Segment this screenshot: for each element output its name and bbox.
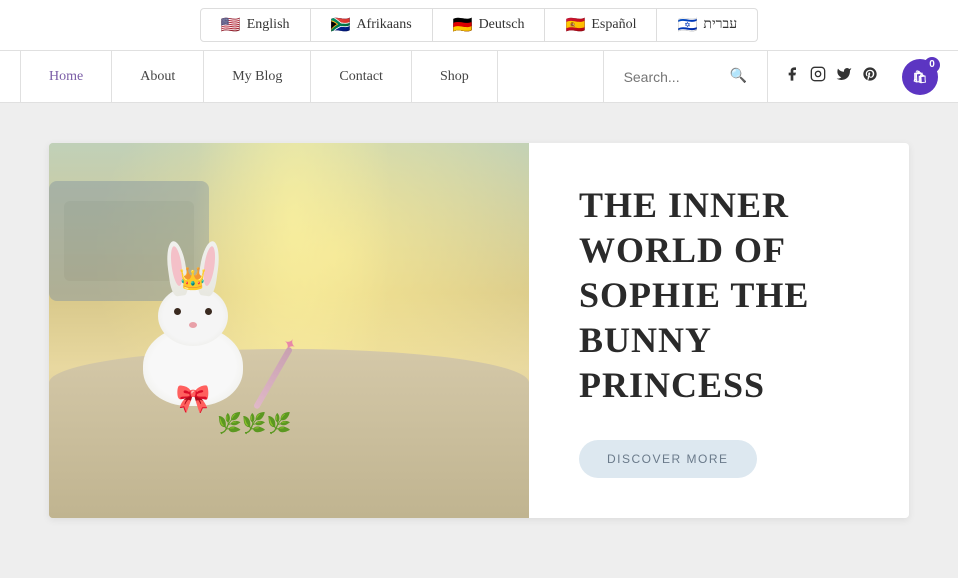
lang-hebrew[interactable]: 🇮🇱 עברית	[657, 8, 758, 42]
lang-english[interactable]: 🇺🇸 English	[200, 8, 311, 42]
nav-contact[interactable]: Contact	[311, 51, 412, 103]
hero-section: 👑 🎀 ✦ 🌿🌿🌿 THE INNER WORLD OF SOPHIE THE …	[0, 103, 958, 578]
lang-espanol[interactable]: 🇪🇸 Español	[545, 8, 657, 42]
hero-title: THE INNER WORLD OF SOPHIE THE BUNNY PRIN…	[579, 183, 859, 408]
pinterest-icon[interactable]	[862, 66, 878, 87]
greens-pile: 🌿🌿🌿	[217, 411, 292, 436]
hero-card: 👑 🎀 ✦ 🌿🌿🌿 THE INNER WORLD OF SOPHIE THE …	[49, 143, 909, 518]
nav-shop[interactable]: Shop	[412, 51, 498, 103]
flag-es: 🇪🇸	[565, 15, 585, 35]
navigation-bar: Home About My Blog Contact Shop 🔍 🛍 0	[0, 51, 958, 103]
hero-image: 👑 🎀 ✦ 🌿🌿🌿	[49, 143, 529, 518]
lang-english-label: English	[247, 17, 290, 33]
bow-decoration: 🎀	[176, 382, 211, 416]
cart-button[interactable]: 🛍 0	[902, 59, 938, 95]
twitter-icon[interactable]	[836, 66, 852, 87]
hero-text-area: THE INNER WORLD OF SOPHIE THE BUNNY PRIN…	[529, 143, 909, 518]
nav-home[interactable]: Home	[20, 51, 112, 103]
flag-de: 🇩🇪	[453, 15, 473, 35]
language-bar: 🇺🇸 English 🇿🇦 Afrikaans 🇩🇪 Deutsch 🇪🇸 Es…	[0, 0, 958, 51]
nav-links: Home About My Blog Contact Shop	[20, 51, 603, 103]
flag-il: 🇮🇱	[677, 15, 697, 35]
lang-deutsch-label: Deutsch	[479, 17, 525, 33]
lang-espanol-label: Español	[591, 17, 636, 33]
bunny: 👑 🎀	[143, 326, 243, 406]
discover-more-button[interactable]: DISCOVER MORE	[579, 440, 757, 478]
lang-afrikaans[interactable]: 🇿🇦 Afrikaans	[311, 8, 433, 42]
nav-blog[interactable]: My Blog	[204, 51, 311, 103]
facebook-icon[interactable]	[784, 66, 800, 87]
flag-us: 🇺🇸	[221, 15, 241, 35]
cart-count: 0	[924, 57, 940, 73]
crown-icon: 👑	[179, 266, 206, 292]
flag-za: 🇿🇦	[331, 15, 351, 35]
cart-icon: 🛍	[912, 70, 927, 84]
nav-search-area: 🔍	[603, 51, 768, 103]
lang-hebrew-label: עברית	[703, 17, 737, 33]
social-links	[768, 66, 894, 87]
nav-about[interactable]: About	[112, 51, 204, 103]
lang-afrikaans-label: Afrikaans	[356, 17, 411, 33]
search-icon[interactable]: 🔍	[730, 68, 747, 85]
instagram-icon[interactable]	[810, 66, 826, 87]
lang-deutsch[interactable]: 🇩🇪 Deutsch	[433, 8, 546, 42]
search-input[interactable]	[624, 69, 724, 85]
